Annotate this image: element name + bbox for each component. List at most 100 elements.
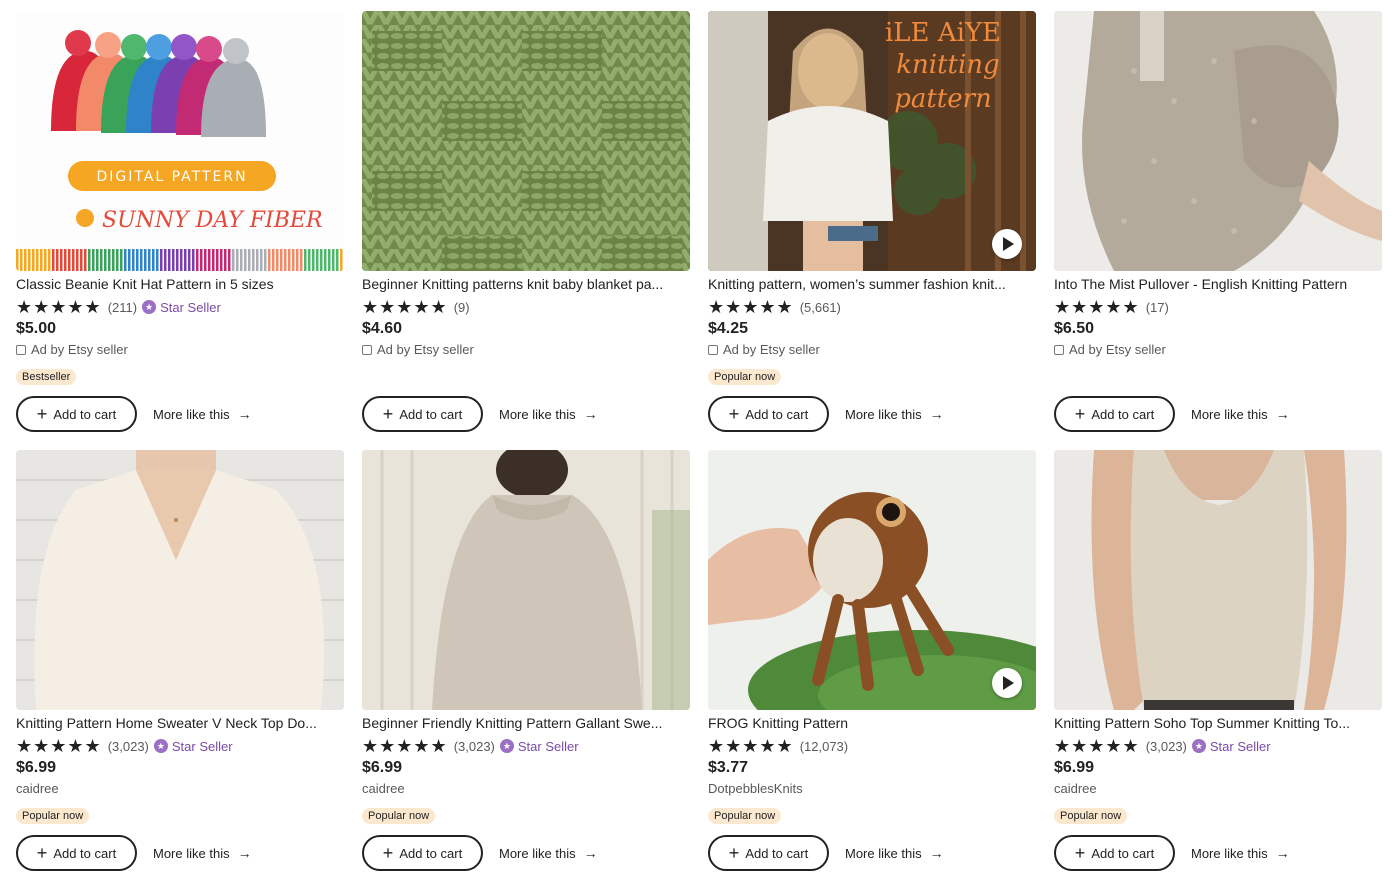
seller-name[interactable]: caidree [362,781,405,797]
listing-image[interactable] [1054,11,1382,271]
listing-card[interactable]: FROG Knitting Pattern ★★★★★ (12,073) $3.… [708,450,1036,878]
listing-title[interactable]: Knitting Pattern Soho Top Summer Knittin… [1054,715,1382,731]
listing-card[interactable]: DIGITAL PATTERN SUNNY DAY FIBER Classic … [16,11,344,450]
status-badge: Popular now [16,808,90,824]
more-like-this-link[interactable]: More like this → [1191,406,1290,422]
plus-icon: + [728,404,740,424]
more-like-this-link[interactable]: More like this → [845,845,944,861]
review-count: (9) [453,299,470,315]
arrow-right-icon: → [583,845,598,861]
status-badge: Bestseller [16,369,77,385]
more-like-this-link[interactable]: More like this → [1191,845,1290,861]
star-seller-badge: ★ Star Seller [142,300,221,315]
arrow-right-icon: → [237,406,252,422]
price: $6.99 [362,759,403,776]
star-seller-icon: ★ [1191,739,1206,753]
add-to-cart-label: Add to cart [399,845,463,861]
price: $5.00 [16,320,57,337]
play-icon[interactable] [992,668,1022,698]
price: $4.25 [708,320,749,337]
status-badge: Popular now [708,369,782,385]
listing-title[interactable]: Knitting pattern, women’s summer fashion… [708,276,1036,292]
listing-image[interactable]: DIGITAL PATTERN SUNNY DAY FIBER [16,11,344,271]
add-to-cart-button[interactable]: + Add to cart [708,835,829,871]
price: $6.50 [1054,320,1095,337]
add-to-cart-button[interactable]: + Add to cart [1054,396,1175,432]
add-to-cart-label: Add to cart [399,406,463,422]
add-to-cart-button[interactable]: + Add to cart [16,835,137,871]
plus-icon: + [1074,843,1086,863]
listing-image[interactable] [1054,450,1382,710]
price: $4.60 [362,320,403,337]
star-rating: ★★★★★ [16,736,102,756]
listing-title[interactable]: Beginner Knitting patterns knit baby bla… [362,276,690,292]
star-rating: ★★★★★ [16,297,102,317]
seller-line[interactable]: caidree [1054,781,1382,797]
seller-name: Ad by Etsy seller [723,342,820,357]
add-to-cart-label: Add to cart [745,845,809,861]
arrow-right-icon: → [237,845,252,861]
seller-line[interactable]: caidree [16,781,344,797]
star-rating: ★★★★★ [362,736,448,756]
listing-card[interactable]: Knitting Pattern Home Sweater V Neck Top… [16,450,344,878]
more-like-this-link[interactable]: More like this → [499,845,598,861]
status-badge: Popular now [362,808,436,824]
listing-image[interactable]: iLE AiYE knitting pattern [708,11,1036,271]
listing-card[interactable]: Beginner Knitting patterns knit baby bla… [362,11,690,450]
seller-name: Ad by Etsy seller [1069,342,1166,357]
add-to-cart-button[interactable]: + Add to cart [1054,835,1175,871]
star-seller-icon: ★ [499,739,514,753]
listing-title[interactable]: Beginner Friendly Knitting Pattern Galla… [362,715,690,731]
seller-line: Ad by Etsy seller [362,342,690,358]
seller-line[interactable]: caidree [362,781,690,797]
rating-row: ★★★★★ (5,661) [708,298,1036,316]
rating-row: ★★★★★ (17) [1054,298,1382,316]
listing-title[interactable]: FROG Knitting Pattern [708,715,1036,731]
listing-card[interactable]: Into The Mist Pullover - English Knittin… [1054,11,1382,450]
more-like-this-link[interactable]: More like this → [499,406,598,422]
seller-name: Ad by Etsy seller [377,342,474,357]
rating-row: ★★★★★ (3,023) ★ Star Seller [16,737,344,755]
more-like-this-link[interactable]: More like this → [153,406,252,422]
more-like-this-link[interactable]: More like this → [153,845,252,861]
more-like-this-label: More like this [845,406,922,422]
price: $3.77 [708,759,749,776]
seller-line[interactable]: DotpebblesKnits [708,781,1036,797]
star-seller-label: Star Seller [160,299,221,315]
more-like-this-label: More like this [1191,845,1268,861]
add-to-cart-button[interactable]: + Add to cart [708,396,829,432]
add-to-cart-button[interactable]: + Add to cart [362,396,483,432]
seller-line: Ad by Etsy seller [708,342,1036,358]
more-like-this-label: More like this [153,845,230,861]
listing-image[interactable] [362,11,690,271]
play-icon[interactable] [992,229,1022,259]
plus-icon: + [1074,404,1086,424]
review-count: (211) [107,299,138,315]
seller-name: Ad by Etsy seller [31,342,128,357]
listing-image[interactable] [708,450,1036,710]
seller-name[interactable]: caidree [16,781,59,797]
more-like-this-label: More like this [153,406,230,422]
seller-name[interactable]: caidree [1054,781,1097,797]
listing-title[interactable]: Into The Mist Pullover - English Knittin… [1054,276,1382,292]
listing-title[interactable]: Classic Beanie Knit Hat Pattern in 5 siz… [16,276,344,292]
review-count: (17) [1145,299,1169,315]
image-text-brand: SUNNY DAY FIBER [102,208,323,233]
listing-card[interactable]: iLE AiYE knitting pattern Knitting patte… [708,11,1036,450]
more-like-this-link[interactable]: More like this → [845,406,944,422]
listing-image[interactable] [16,450,344,710]
listing-card[interactable]: Beginner Friendly Knitting Pattern Galla… [362,450,690,878]
add-to-cart-button[interactable]: + Add to cart [362,835,483,871]
star-seller-badge: ★ Star Seller [499,739,579,754]
seller-name[interactable]: DotpebblesKnits [708,781,803,797]
more-like-this-label: More like this [499,845,576,861]
listing-title[interactable]: Knitting Pattern Home Sweater V Neck Top… [16,715,344,731]
plus-icon: + [36,843,48,863]
more-like-this-label: More like this [499,406,576,422]
listing-image[interactable] [362,450,690,710]
add-to-cart-button[interactable]: + Add to cart [16,396,137,432]
listing-card[interactable]: Knitting Pattern Soho Top Summer Knittin… [1054,450,1382,878]
review-count: (3,023) [107,738,149,754]
ad-icon [708,345,718,355]
price: $6.99 [1054,759,1095,776]
